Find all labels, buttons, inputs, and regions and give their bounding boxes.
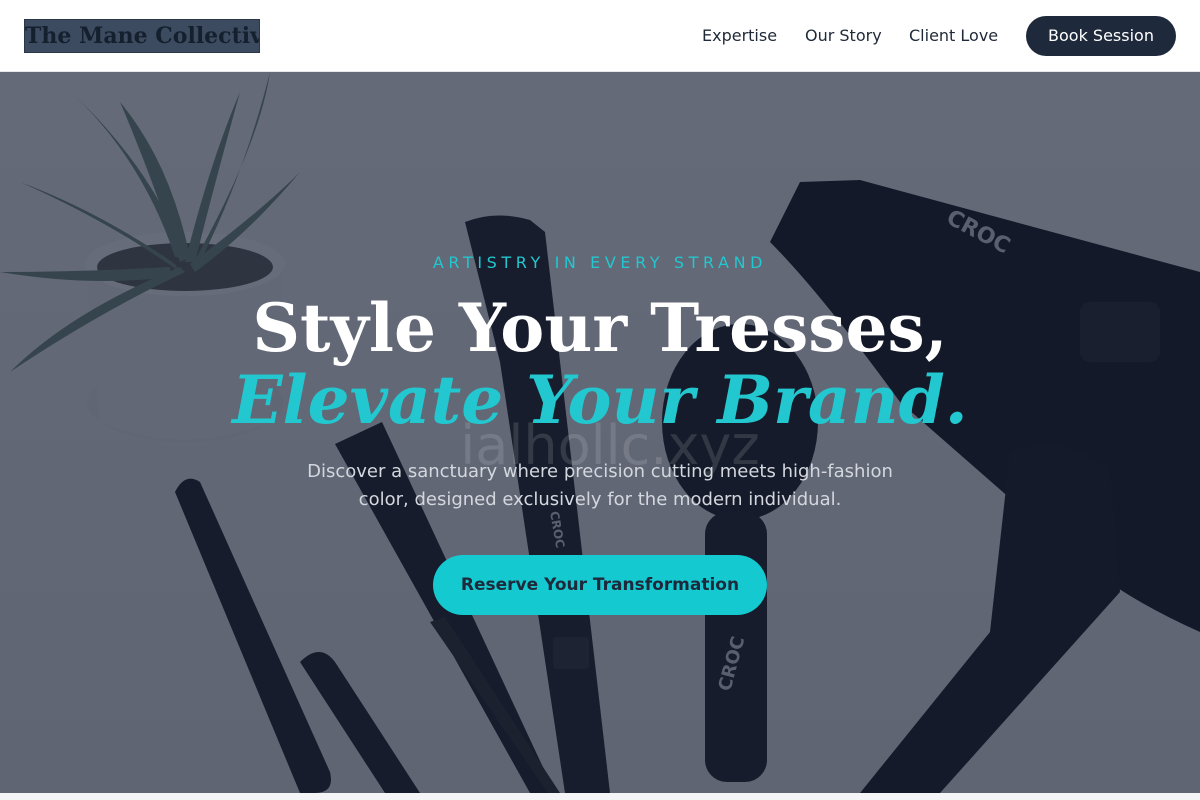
hero-headline-line1: Style Your Tresses,	[252, 289, 948, 367]
hero-section: CROCCROCCROC ialhollc.xyz ARTISTRY IN EV…	[0, 72, 1200, 793]
site-header: The Mane Collective Expertise Our Story …	[0, 0, 1200, 72]
nav-link-expertise[interactable]: Expertise	[702, 26, 777, 46]
hero-headline-line2: Elevate Your Brand.	[232, 361, 968, 439]
next-section-edge	[0, 793, 1200, 800]
hero-lede: Discover a sanctuary where precision cut…	[307, 461, 893, 510]
book-session-button[interactable]: Book Session	[1026, 16, 1176, 56]
hero-eyebrow: ARTISTRY IN EVERY STRAND	[432, 253, 768, 272]
nav-link-our-story[interactable]: Our Story	[805, 26, 882, 46]
nav-link-client-love[interactable]: Client Love	[909, 26, 998, 46]
brand-logo[interactable]: The Mane Collective	[24, 19, 260, 53]
reserve-transformation-button[interactable]: Reserve Your Transformation	[433, 555, 767, 615]
